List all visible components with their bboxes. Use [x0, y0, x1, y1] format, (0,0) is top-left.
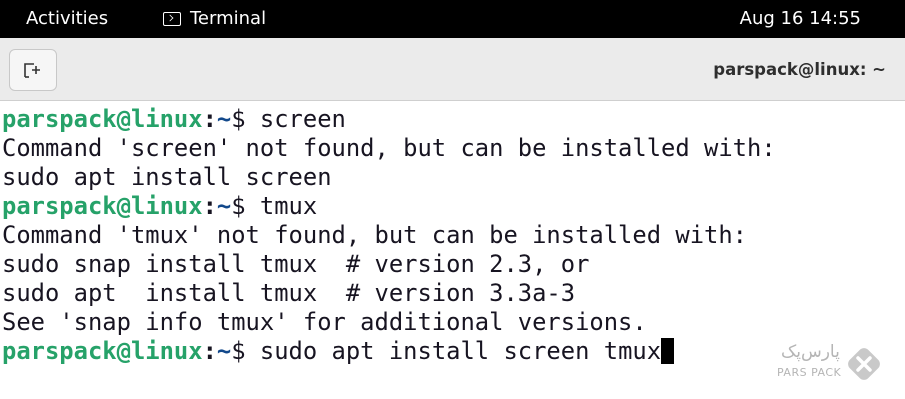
- output-line: Command 'screen' not found, but can be i…: [2, 134, 776, 162]
- prompt-sep: :: [202, 105, 217, 133]
- prompt-path: ~: [216, 105, 232, 133]
- output-line: Command 'tmux' not found, but can be ins…: [2, 221, 748, 249]
- terminal-header-bar: parspack@linux: ~: [0, 38, 905, 101]
- prompt-line: parspack@linux:~$ screen: [0, 105, 905, 134]
- output-line: See 'snap info tmux' for additional vers…: [2, 308, 647, 336]
- terminal-output[interactable]: parspack@linux:~$ screen Command 'screen…: [0, 105, 905, 399]
- output-line: sudo apt install screen: [2, 163, 332, 191]
- prompt-user: parspack@linux: [2, 105, 203, 133]
- prompt-user: parspack@linux: [2, 192, 203, 220]
- prompt-path: ~: [216, 192, 232, 220]
- command-text: screen: [259, 105, 346, 133]
- prompt-sep: :: [202, 337, 217, 365]
- prompt-path: ~: [216, 337, 232, 365]
- output-line: sudo apt install tmux # version 3.3a-3: [2, 279, 576, 307]
- prompt-line: parspack@linux:~$ sudo apt install scree…: [0, 337, 905, 366]
- parspack-logo-icon: [848, 348, 880, 380]
- watermark-text-fa: پارس‌پک: [781, 342, 840, 362]
- activities-button[interactable]: Activities: [26, 8, 108, 29]
- prompt-symbol: $: [231, 105, 260, 133]
- top-bar: Activities Terminal Aug 16 14:55: [0, 0, 905, 38]
- terminal-icon: [163, 11, 181, 26]
- new-tab-icon: [24, 63, 40, 78]
- prompt-symbol: $: [231, 192, 260, 220]
- app-menu[interactable]: Terminal: [163, 8, 266, 29]
- output-line: sudo snap install tmux # version 2.3, or: [2, 250, 590, 278]
- new-tab-button[interactable]: [9, 49, 57, 91]
- window-title: parspack@linux: ~: [713, 60, 886, 79]
- clock[interactable]: Aug 16 14:55: [740, 8, 861, 29]
- text-cursor: [661, 338, 675, 364]
- watermark-text-en: PARS PACK: [777, 366, 842, 379]
- prompt-user: parspack@linux: [2, 337, 203, 365]
- command-input[interactable]: sudo apt install screen tmux: [260, 337, 661, 365]
- prompt-symbol: $: [231, 337, 260, 365]
- prompt-sep: :: [202, 192, 217, 220]
- command-text: tmux: [259, 192, 318, 220]
- prompt-line: parspack@linux:~$ tmux: [0, 192, 905, 221]
- app-menu-label: Terminal: [190, 8, 267, 29]
- parspack-watermark: پارس‌پک PARS PACK: [775, 340, 890, 390]
